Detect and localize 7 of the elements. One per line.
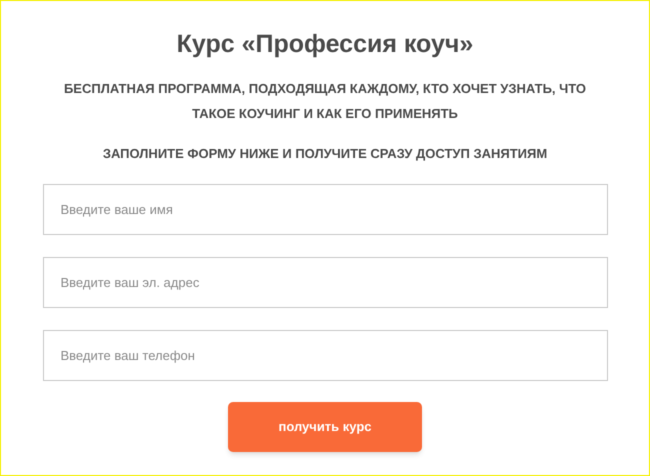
submit-button[interactable]: получить курс — [228, 402, 422, 452]
input-field[interactable]: Введите ваш эл. адрес — [42, 257, 608, 308]
input-field[interactable]: Введите ваше имя — [42, 184, 608, 235]
page-title: Курс «Профессия коуч» — [176, 29, 474, 60]
instruction-text: ЗАПОЛНИТЕ ФОРМУ НИЖЕ И ПОЛУЧИТЕ СРАЗУ ДОСТУП ЗАНЯТИЯМ — [102, 145, 548, 163]
subtitle: БЕСПЛАТНАЯ ПРОГРАММА, ПОДХОДЯЩАЯ КАЖДОМУ, КТО ХОЧЕТ УЗНАТЬ, ЧТО ТАКОЕ КОУЧИНГ И КАК ЕГО ПРИМЕНЯТЬ — [62, 80, 588, 123]
input-field[interactable]: Введите ваш телефон — [42, 330, 608, 381]
